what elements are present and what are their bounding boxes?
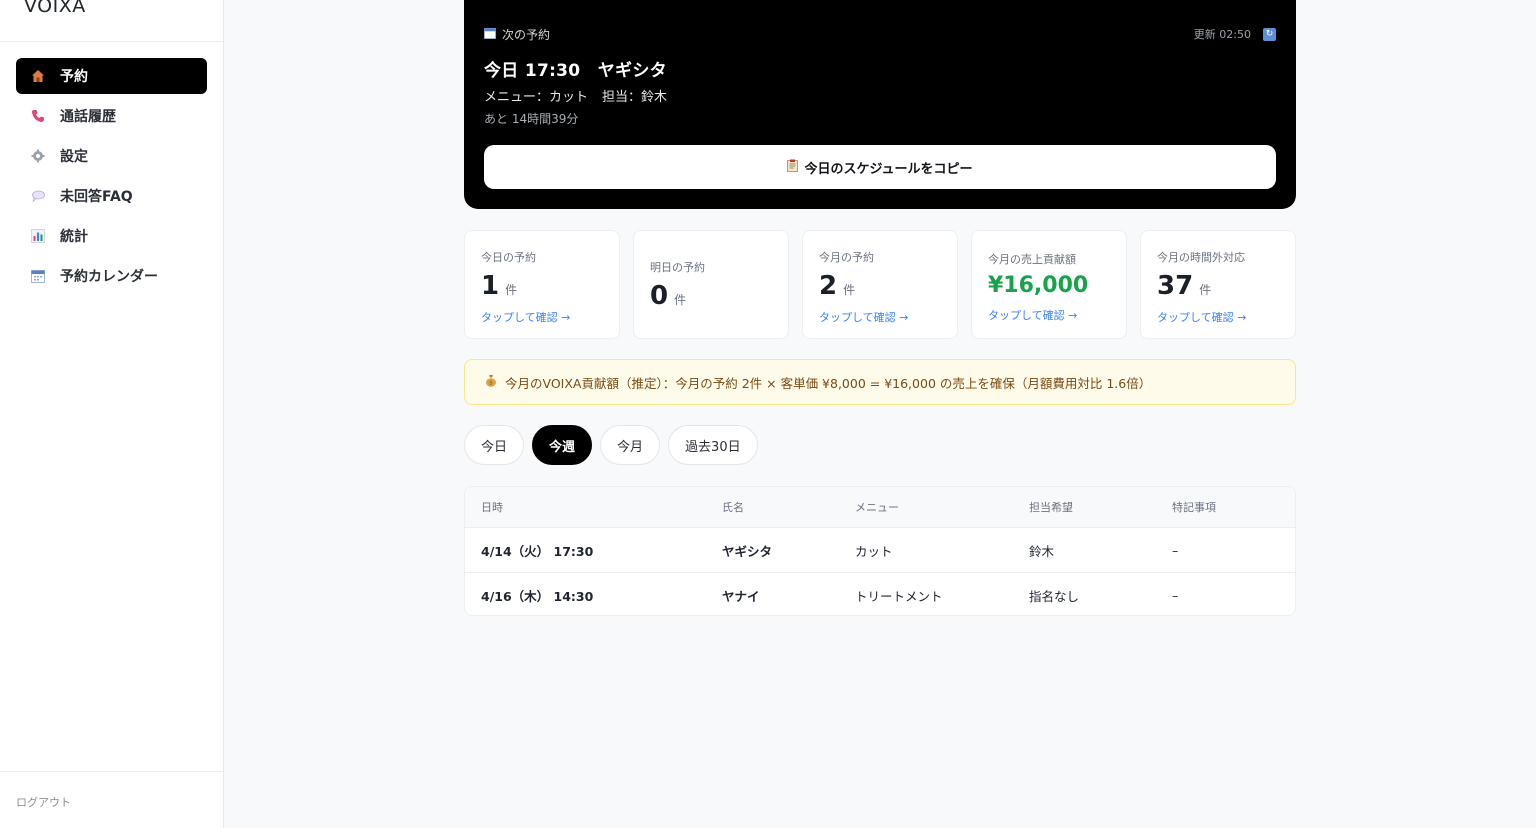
sidebar-item-reservations[interactable]: 予約 (16, 58, 207, 94)
sidebar-item-label: 予約 (60, 69, 88, 85)
sidebar-item-settings[interactable]: 設定 (16, 138, 207, 174)
house-icon (30, 68, 46, 84)
reservations-table: 日時 氏名 メニュー 担当希望 特記事項 4/14（火） 17:30 ヤギシタ … (464, 486, 1296, 616)
column-header-datetime: 日時 (481, 501, 503, 514)
svg-text:$: $ (489, 381, 493, 387)
stat-value: 2件 (819, 271, 856, 301)
sidebar: VOIXA 予約 通話履歴 設定 未回答FAQ 統計 予約カレンダー ログアウト (0, 0, 224, 828)
stat-label: 今月の予約 (819, 251, 874, 264)
sidebar-item-label: 通話履歴 (60, 109, 116, 125)
stat-label: 今日の予約 (481, 251, 536, 264)
sidebar-item-label: 未回答FAQ (60, 189, 133, 205)
stat-label: 今月の売上貢献額 (988, 253, 1076, 266)
next-reservation-card: 次の予約 更新 02:50 ↻ 今日 17:30 ヤギシタ メニュー：カット 担当… (464, 0, 1296, 209)
table-row[interactable]: 4/14（火） 17:30 ヤギシタ カット 鈴木 – (465, 527, 1295, 572)
next-reservation-details: メニュー：カット 担当：鈴木 (484, 86, 667, 105)
cell-staff: 指名なし (1029, 588, 1080, 604)
period-tabs: 今日 今週 今月 過去30日 (464, 425, 758, 465)
cell-staff: 鈴木 (1029, 543, 1055, 559)
cell-datetime: 4/16（木） 14:30 (481, 588, 594, 604)
contribution-banner: $ 今月のVOIXA貢献額（推定）：今月の予約 2件 × 客単価 ¥8,000 … (464, 359, 1296, 405)
column-header-notes: 特記事項 (1172, 501, 1216, 514)
copy-schedule-button[interactable]: 今日のスケジュールをコピー (484, 145, 1276, 189)
sidebar-item-reservation-calendar[interactable]: 予約カレンダー (16, 258, 207, 294)
cell-datetime: 4/14（火） 17:30 (481, 543, 594, 559)
cell-notes: – (1172, 587, 1179, 603)
tab-this-week[interactable]: 今週 (532, 425, 593, 465)
bar-chart-icon (30, 228, 46, 244)
stat-month-reservations[interactable]: 今月の予約 2件 タップして確認 → (802, 230, 958, 339)
column-header-name: 氏名 (722, 501, 744, 514)
next-reservation-heading: 次の予約 (484, 26, 550, 43)
stat-link[interactable]: タップして確認 → (1157, 309, 1246, 325)
cell-menu: トリートメント (855, 588, 943, 604)
next-reservation-title: 今日 17:30 ヤギシタ (484, 61, 667, 81)
stat-link[interactable]: タップして確認 → (819, 309, 908, 325)
stat-value: ¥16,000 (988, 273, 1089, 298)
tab-today[interactable]: 今日 (464, 425, 525, 465)
calendar-icon (30, 268, 46, 284)
logout-link[interactable]: ログアウト (0, 771, 224, 828)
sidebar-item-label: 設定 (60, 149, 88, 165)
stat-link[interactable]: タップして確認 → (481, 309, 570, 325)
money-bag-icon: $ (485, 374, 497, 390)
calendar-icon (484, 27, 496, 42)
table-header: 日時 氏名 メニュー 担当希望 特記事項 (465, 487, 1295, 527)
stat-link[interactable]: タップして確認 → (988, 307, 1077, 323)
sidebar-item-call-history[interactable]: 通話履歴 (16, 98, 207, 134)
speech-bubble-icon (30, 188, 46, 204)
cell-name: ヤギシタ (722, 543, 773, 559)
stat-value: 37 件 (1157, 271, 1212, 301)
brand-logo: VOIXA (0, 0, 223, 42)
table-row[interactable]: 4/16（木） 14:30 ヤナイ トリートメント 指名なし – (465, 572, 1295, 615)
sidebar-item-label: 予約カレンダー (60, 269, 158, 285)
tab-this-month[interactable]: 今月 (600, 425, 661, 465)
time-remaining: あと 14時間39分 (484, 112, 579, 126)
stat-today-reservations[interactable]: 今日の予約 1件 タップして確認 → (464, 230, 620, 339)
column-header-staff: 担当希望 (1029, 501, 1073, 514)
stat-label: 今月の時間外対応 (1157, 251, 1245, 264)
stat-tomorrow-reservations: 明日の予約 0件 (633, 230, 789, 339)
cell-notes: – (1172, 542, 1179, 558)
sidebar-item-unanswered-faq[interactable]: 未回答FAQ (16, 178, 207, 214)
clipboard-icon (787, 159, 799, 175)
stat-value: 1件 (481, 271, 518, 301)
next-reservation-staff: 担当：鈴木 (602, 90, 668, 105)
stat-after-hours[interactable]: 今月の時間外対応 37 件 タップして確認 → (1140, 230, 1296, 339)
sidebar-item-statistics[interactable]: 統計 (16, 218, 207, 254)
stat-value: 0件 (650, 281, 687, 311)
cell-name: ヤナイ (722, 588, 760, 604)
tab-last-30-days[interactable]: 過去30日 (668, 425, 758, 465)
phone-icon (30, 108, 46, 124)
cell-menu: カット (855, 543, 893, 559)
sidebar-nav: 予約 通話履歴 設定 未回答FAQ 統計 予約カレンダー (0, 42, 223, 294)
stats-cards: 今日の予約 1件 タップして確認 → 明日の予約 0件 今月の予約 2件 タップ… (464, 230, 1296, 339)
sidebar-item-label: 統計 (60, 229, 88, 245)
stat-month-revenue[interactable]: 今月の売上貢献額 ¥16,000 タップして確認 → (971, 230, 1127, 339)
stat-label: 明日の予約 (650, 261, 705, 274)
refresh-icon[interactable]: ↻ (1263, 27, 1276, 41)
next-reservation-menu: メニュー：カット (484, 90, 589, 105)
last-updated: 更新 02:50 ↻ (1194, 26, 1276, 42)
gear-icon (30, 148, 46, 164)
column-header-menu: メニュー (855, 501, 899, 514)
